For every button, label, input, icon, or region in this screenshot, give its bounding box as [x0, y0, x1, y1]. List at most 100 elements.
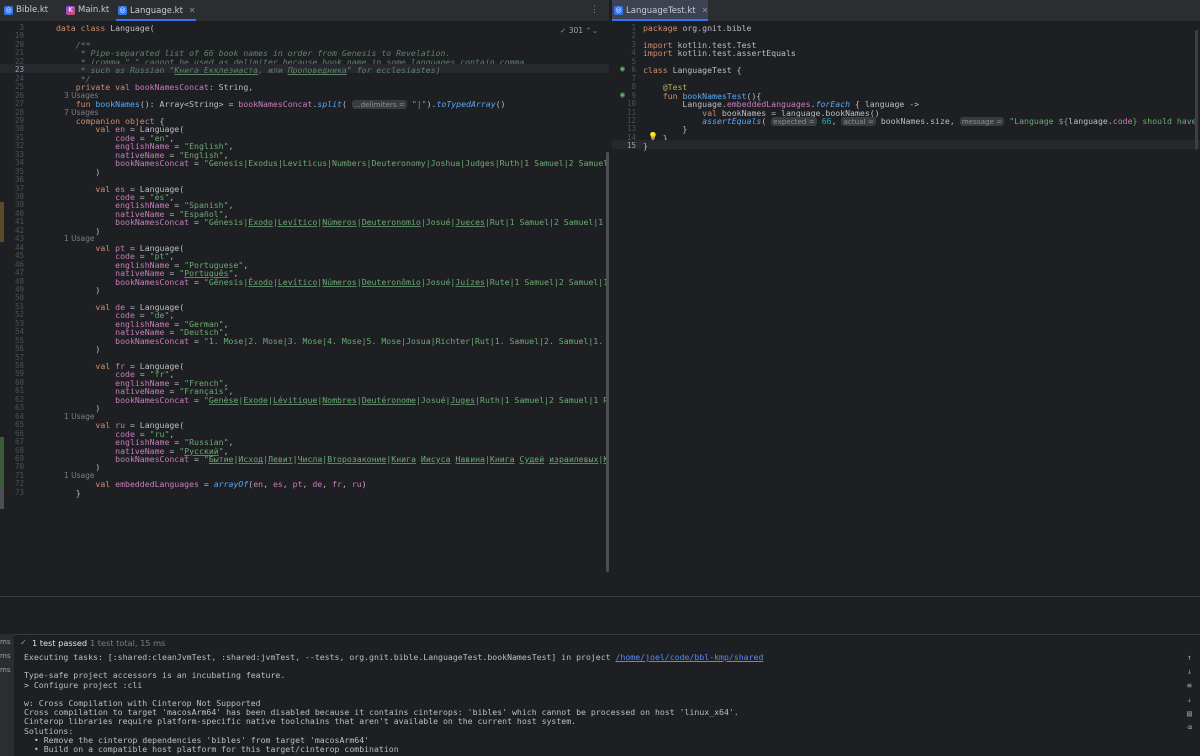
- kotlin-class-icon: ◎: [4, 6, 13, 15]
- code-token: |Josué|: [420, 217, 456, 228]
- code-token: ,: [322, 479, 333, 490]
- code-line: bookNamesConcat = "Gênesis|Êxodo|Levític…: [56, 277, 609, 287]
- scroll-down-icon[interactable]: ↓: [1187, 668, 1195, 676]
- code-token: } should have 66 book names": [1132, 115, 1197, 126]
- code-token: Levítico: [277, 217, 318, 228]
- code-line: assertEquals( expected = 66, actual = bo…: [643, 116, 1200, 126]
- code-line: val embeddedLanguages = arrayOf(en, es, …: [56, 479, 366, 490]
- code-line: data class Language(: [56, 23, 155, 33]
- code-token: ): [56, 344, 101, 355]
- code-token: ,: [341, 479, 352, 490]
- soft-wrap-icon[interactable]: ≡: [1187, 682, 1195, 690]
- chevron-down-icon[interactable]: ⌄: [592, 26, 598, 35]
- left-code-editor[interactable]: 3 data class Language(19 20 /** 21 * Pipe-s…: [0, 22, 609, 596]
- code-token: =: [189, 276, 204, 287]
- kotlin-class-icon: ◎: [614, 6, 623, 15]
- code-token: Levítico: [277, 276, 318, 287]
- tab-bible-kt[interactable]: ◎ Bible.kt: [2, 0, 48, 21]
- code-token: Судей: [519, 453, 545, 464]
- tab-label: Bible.kt: [16, 5, 49, 15]
- code-line: }: [643, 141, 648, 151]
- code-token: LanguageTest {: [672, 65, 742, 76]
- code-line: ): [56, 344, 100, 354]
- code-token: actual =: [841, 116, 876, 126]
- scroll-to-end-icon[interactable]: ⇣: [1187, 696, 1195, 704]
- code-token: ,: [302, 479, 313, 490]
- check-icon: ✓: [560, 26, 567, 35]
- code-token: language.: [1068, 115, 1113, 126]
- tab-main-kt[interactable]: K Main.kt: [64, 0, 109, 21]
- code-token: es: [272, 479, 283, 490]
- code-token: Genèse: [208, 394, 239, 405]
- close-tab-icon[interactable]: ✕: [189, 6, 196, 15]
- project-path-link[interactable]: /home/joel/code/bbl-kmp/shared: [616, 652, 764, 662]
- code-line: }: [56, 488, 81, 498]
- code-token: =: [198, 479, 214, 490]
- code-token: message =: [959, 116, 1005, 126]
- code-token: "Language ${: [1009, 115, 1069, 126]
- console-toolbar: ↑ ↓ ≡ ⇣ ▤ ⌫: [1182, 650, 1200, 756]
- test-tree-strip: ms ms ms: [0, 634, 14, 756]
- close-tab-icon[interactable]: ✕: [702, 6, 709, 15]
- tab-language-kt[interactable]: ◎ Language.kt ✕: [116, 0, 196, 21]
- tab-overflow-icon[interactable]: ⋮: [590, 0, 599, 21]
- code-token: , или: [258, 65, 288, 76]
- code-token: "Gênesis|: [203, 276, 249, 287]
- code-token: }: [56, 487, 81, 498]
- code-token: Иисуса: [420, 453, 451, 464]
- console-text: Cinterop libraries require platform-spec…: [24, 716, 577, 727]
- run-test-icon[interactable]: ◉: [620, 90, 625, 99]
- code-token: : String,: [208, 82, 254, 93]
- code-token: Éxodo: [248, 217, 273, 228]
- code-line: import kotlin.test.assertEquals: [643, 48, 796, 58]
- code-token: =: [189, 158, 204, 169]
- kotlin-class-icon: ◎: [118, 6, 127, 15]
- code-token: израилевых: [549, 453, 599, 464]
- code-token: "Génesis|: [203, 217, 249, 228]
- code-token: kotlin.test.assertEquals: [677, 48, 796, 59]
- scroll-up-icon[interactable]: ↑: [1187, 654, 1195, 662]
- test-duration: ms: [0, 666, 11, 674]
- code-token: Второзаконие: [327, 453, 387, 464]
- console-line: Cinterop libraries require platform-spec…: [24, 716, 576, 726]
- line-number: 73: [14, 487, 24, 497]
- code-token: Deuteronômio: [361, 276, 421, 287]
- code-token: =: [189, 217, 204, 228]
- code-token: }: [643, 141, 648, 152]
- vertical-scrollbar[interactable]: [1195, 30, 1198, 150]
- code-token: =: [189, 394, 204, 405]
- test-duration: ms: [0, 652, 11, 660]
- tab-languagetest-kt[interactable]: ◎ LanguageTest.kt ✕: [612, 0, 709, 21]
- code-token: ...delimiters =: [351, 100, 407, 110]
- inspection-widget[interactable]: ✓ 301 ⌃⌄: [560, 26, 598, 35]
- code-token: =: [189, 453, 204, 464]
- code-token: (: [341, 99, 352, 110]
- code-token: Проповедника: [287, 65, 347, 76]
- tab-label: LanguageTest.kt: [626, 6, 696, 16]
- code-token: |Josué|: [415, 394, 451, 405]
- code-token: Juges: [450, 394, 476, 405]
- right-code-editor[interactable]: 1 package org.gnit.bible 2 3 import kotlin.t…: [612, 22, 1200, 596]
- code-token: Números: [322, 276, 357, 287]
- run-test-icon[interactable]: ◉: [620, 64, 625, 73]
- vertical-scrollbar[interactable]: [606, 152, 609, 572]
- print-icon[interactable]: ▤: [1187, 710, 1195, 718]
- code-token: Бытие: [208, 453, 234, 464]
- code-token: Левит: [268, 453, 293, 464]
- code-token: ,: [228, 141, 234, 152]
- line-number: 15: [626, 141, 636, 151]
- run-console-output[interactable]: Executing tasks: [:shared:cleanJvmTest, …: [14, 650, 1182, 756]
- code-token: package: [643, 23, 683, 33]
- code-token: ): [56, 166, 101, 177]
- test-duration: ms: [0, 638, 11, 646]
- current-line-highlight: [612, 140, 1200, 150]
- code-token: "1. Mose|2. Mose|3. Mose|4. Mose|5. Mose…: [203, 335, 609, 346]
- clear-icon[interactable]: ⌫: [1187, 724, 1195, 732]
- kotlin-file-icon: K: [66, 6, 75, 15]
- tab-label: Language.kt: [130, 6, 183, 16]
- editor-tool-divider: [0, 596, 1200, 635]
- code-token: de: [312, 479, 323, 490]
- code-line: ): [56, 167, 100, 177]
- test-passed-check-icon: ✓: [20, 637, 27, 647]
- code-token: "|": [406, 99, 427, 110]
